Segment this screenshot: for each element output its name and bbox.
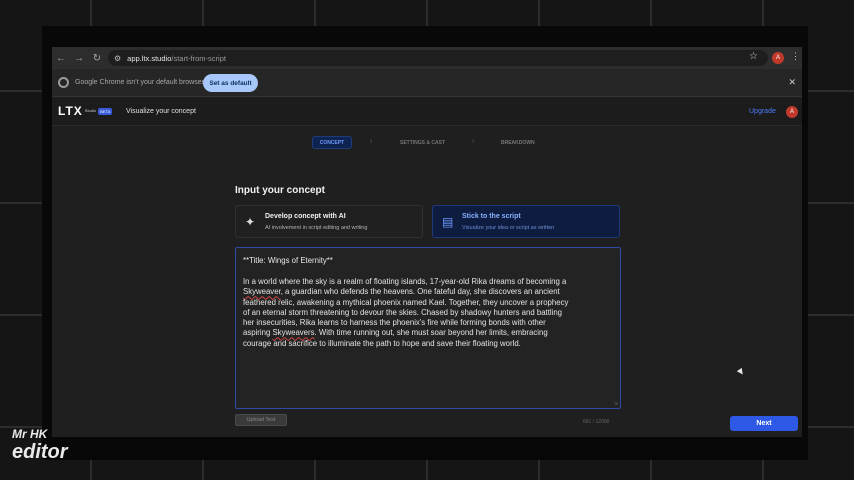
script-body: In a world where the sky is a realm of f… <box>243 277 611 349</box>
script-textarea[interactable]: **Title: Wings of Eternity** In a world … <box>235 247 621 409</box>
script-title-line: **Title: Wings of Eternity** <box>243 256 333 265</box>
script-line: aspiring <box>243 328 273 338</box>
character-count: 661 / 12000 <box>583 419 610 425</box>
logo-studio: Studio <box>84 108 97 113</box>
option-develop-ai[interactable]: ✦ Develop concept with AI AI involvement… <box>235 205 423 238</box>
beta-badge: BETA <box>98 108 113 115</box>
content-title: Input your concept <box>235 185 325 196</box>
page-title: Visualize your concept <box>126 108 196 115</box>
step-breakdown[interactable]: BREAKDOWN <box>501 140 535 146</box>
close-icon[interactable]: ✕ <box>788 77 796 88</box>
stepper: CONCEPT › SETTINGS & CAST › BREAKDOWN <box>52 132 802 152</box>
browser-toolbar: ← → ↻ ⚙ app.ltx.studio /start-from-scrip… <box>52 47 802 69</box>
reload-icon[interactable]: ↻ <box>88 47 106 69</box>
browser-menu-icon[interactable]: ⋮ <box>791 51 800 62</box>
misspelled-word: Skyweaver <box>243 287 281 297</box>
script-line: of an eternal storm threatening to devou… <box>243 307 562 317</box>
resize-handle-icon[interactable]: ⇲ <box>614 401 618 407</box>
watermark: Mr HK editor <box>12 428 68 462</box>
watermark-line2: editor <box>12 441 68 463</box>
script-line: In a world where the sky is a realm of f… <box>243 277 567 286</box>
forward-icon[interactable]: → <box>70 47 88 69</box>
script-line: feathered relic, awakening a mythical ph… <box>243 297 569 307</box>
default-browser-infobar: Google Chrome isn't your default browser… <box>52 69 802 97</box>
app-header: LTX Studio BETA Visualize your concept U… <box>52 98 802 126</box>
magic-wand-icon: ✦ <box>245 215 256 229</box>
document-icon: ▤ <box>442 215 454 229</box>
site-settings-icon[interactable]: ⚙ <box>114 54 121 63</box>
next-button[interactable]: Next <box>730 416 798 431</box>
upgrade-link[interactable]: Upgrade <box>749 108 776 115</box>
option-title: Stick to the script <box>462 213 521 220</box>
watermark-line1: Mr HK <box>12 427 48 441</box>
chrome-icon <box>58 77 69 88</box>
step-concept[interactable]: CONCEPT <box>312 136 352 149</box>
profile-avatar[interactable]: A <box>772 52 784 64</box>
back-icon[interactable]: ← <box>52 47 70 69</box>
option-subtitle: AI involvement in script editing and wri… <box>265 225 368 231</box>
url-host: app.ltx.studio <box>127 53 172 63</box>
ltx-logo[interactable]: LTX Studio BETA <box>58 104 113 118</box>
script-line: . With time running out, she must soar b… <box>314 328 548 338</box>
chevron-right-icon: › <box>472 138 475 145</box>
script-line: , a guardian who defends the heavens. On… <box>280 287 560 297</box>
option-subtitle: Visualize your idea or script as written <box>462 225 555 231</box>
infobar-message: Google Chrome isn't your default browser <box>75 79 204 86</box>
set-default-button[interactable]: Set as default <box>203 74 258 92</box>
script-line: her insecurities, Rika learns to harness… <box>243 318 546 328</box>
step-settings-cast[interactable]: SETTINGS & CAST <box>400 140 445 146</box>
logo-mark: LTX <box>58 104 83 118</box>
script-line: courage and sacrifice to illuminate the … <box>243 338 521 348</box>
upload-text-button[interactable]: Upload Text <box>235 414 287 426</box>
option-stick-to-script[interactable]: ▤ Stick to the script Visualize your ide… <box>432 205 620 238</box>
address-bar[interactable]: ⚙ app.ltx.studio /start-from-script ☆ <box>108 50 768 66</box>
misspelled-word: Skyweavers <box>272 328 315 338</box>
chevron-right-icon: › <box>370 138 373 145</box>
url-path: /start-from-script <box>171 53 226 63</box>
option-title: Develop concept with AI <box>265 213 346 220</box>
bookmark-star-icon[interactable]: ☆ <box>749 51 758 62</box>
avatar[interactable]: A <box>786 106 798 118</box>
